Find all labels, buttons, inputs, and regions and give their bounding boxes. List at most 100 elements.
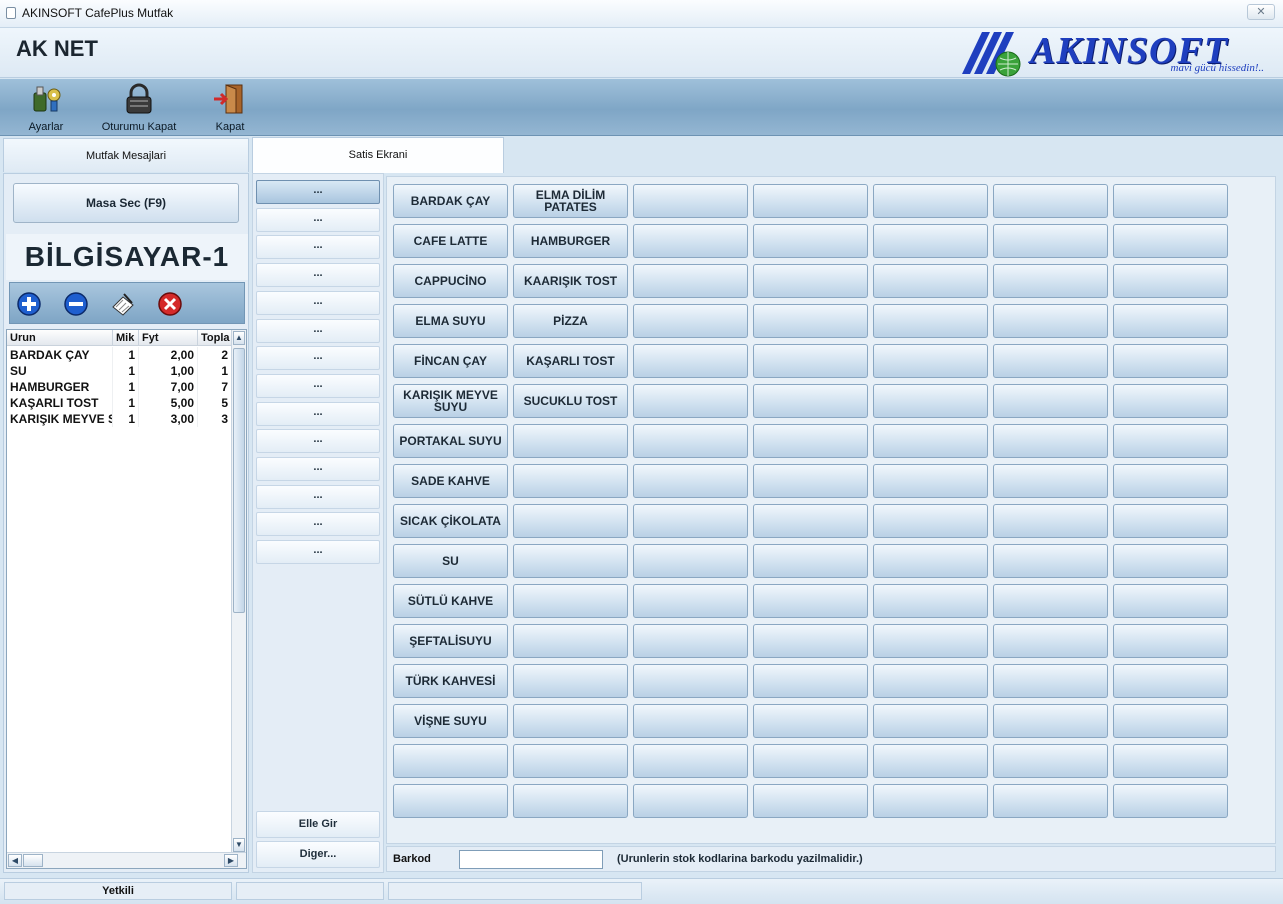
product-button[interactable]	[633, 544, 748, 578]
product-button[interactable]	[753, 304, 868, 338]
product-button[interactable]: SUCUKLU TOST	[513, 384, 628, 418]
category-button[interactable]: ...	[256, 401, 380, 426]
horizontal-scrollbar[interactable]: ◀ ▶	[7, 852, 246, 868]
product-button[interactable]: SÜTLÜ KAHVE	[393, 584, 508, 618]
scroll-up-icon[interactable]: ▲	[233, 331, 245, 345]
edit-note-icon[interactable]	[110, 291, 136, 317]
product-button[interactable]: TÜRK KAHVESİ	[393, 664, 508, 698]
product-button[interactable]	[873, 344, 988, 378]
product-button[interactable]	[993, 504, 1108, 538]
product-button[interactable]	[993, 464, 1108, 498]
other-button[interactable]: Diger...	[256, 841, 380, 868]
product-button[interactable]	[873, 704, 988, 738]
scroll-thumb[interactable]	[233, 348, 245, 613]
product-button[interactable]	[753, 264, 868, 298]
table-row[interactable]: HAMBURGER 1 7,00 7	[7, 379, 232, 395]
product-button[interactable]	[633, 184, 748, 218]
table-row[interactable]: KAŞARLI TOST 1 5,00 5	[7, 395, 232, 411]
product-button[interactable]: CAPPUCİNO	[393, 264, 508, 298]
product-button[interactable]	[993, 624, 1108, 658]
product-button[interactable]: KAARIŞIK TOST	[513, 264, 628, 298]
product-button[interactable]	[633, 224, 748, 258]
product-button[interactable]	[993, 344, 1108, 378]
category-button[interactable]: ...	[256, 318, 380, 343]
product-button[interactable]	[993, 784, 1108, 818]
product-button[interactable]	[993, 264, 1108, 298]
product-button[interactable]	[753, 704, 868, 738]
manual-entry-button[interactable]: Elle Gir	[256, 811, 380, 838]
product-button[interactable]	[1113, 304, 1228, 338]
product-button[interactable]	[873, 424, 988, 458]
product-button[interactable]	[633, 304, 748, 338]
product-button[interactable]	[993, 224, 1108, 258]
product-button[interactable]	[753, 624, 868, 658]
product-button[interactable]	[633, 624, 748, 658]
product-button[interactable]	[1113, 784, 1228, 818]
product-button[interactable]	[753, 344, 868, 378]
settings-button[interactable]: Ayarlar	[20, 83, 72, 133]
product-button[interactable]	[513, 504, 628, 538]
table-row[interactable]: SU 1 1,00 1	[7, 363, 232, 379]
remove-icon[interactable]	[63, 291, 89, 317]
product-button[interactable]	[1113, 504, 1228, 538]
category-button[interactable]: ...	[256, 207, 380, 232]
exit-button[interactable]: Kapat	[208, 83, 252, 133]
barcode-input[interactable]	[459, 850, 603, 869]
product-button[interactable]	[873, 504, 988, 538]
category-button[interactable]: ...	[256, 457, 380, 481]
product-button[interactable]	[873, 544, 988, 578]
product-button[interactable]	[753, 584, 868, 618]
product-button[interactable]	[1113, 584, 1228, 618]
product-button[interactable]	[873, 784, 988, 818]
product-button[interactable]	[513, 664, 628, 698]
category-button[interactable]: ...	[256, 346, 380, 371]
category-button[interactable]: ...	[256, 512, 380, 537]
product-button[interactable]	[513, 744, 628, 778]
product-button[interactable]	[873, 624, 988, 658]
product-button[interactable]	[633, 424, 748, 458]
product-button[interactable]	[873, 384, 988, 418]
column-header-product[interactable]: Urun	[7, 330, 113, 346]
product-button[interactable]	[633, 344, 748, 378]
cancel-icon[interactable]	[157, 291, 183, 317]
tab-kitchen-messages[interactable]: Mutfak Mesajlari	[3, 138, 249, 172]
logout-button[interactable]: Oturumu Kapat	[92, 83, 186, 133]
product-button[interactable]	[1113, 344, 1228, 378]
product-button[interactable]: HAMBURGER	[513, 224, 628, 258]
category-button[interactable]: ...	[256, 540, 380, 565]
category-button[interactable]: ...	[256, 484, 380, 509]
product-button[interactable]	[753, 384, 868, 418]
product-button[interactable]: ELMA SUYU	[393, 304, 508, 338]
product-button[interactable]	[753, 224, 868, 258]
product-button[interactable]	[1113, 424, 1228, 458]
category-button[interactable]: ...	[256, 429, 380, 454]
product-button[interactable]	[1113, 544, 1228, 578]
product-button[interactable]	[513, 704, 628, 738]
product-button[interactable]	[753, 744, 868, 778]
product-button[interactable]	[753, 504, 868, 538]
product-button[interactable]	[873, 744, 988, 778]
product-button[interactable]	[513, 544, 628, 578]
product-button[interactable]	[633, 264, 748, 298]
category-button[interactable]: ...	[256, 373, 380, 398]
column-header-price[interactable]: Fyt	[139, 330, 198, 346]
category-button[interactable]: ...	[256, 263, 380, 288]
category-button[interactable]: ...	[256, 180, 380, 204]
scroll-left-icon[interactable]: ◀	[8, 854, 22, 867]
product-button[interactable]: SADE KAHVE	[393, 464, 508, 498]
product-button[interactable]	[633, 504, 748, 538]
vertical-scrollbar[interactable]: ▲ ▼	[231, 330, 246, 853]
table-row[interactable]: KARIŞIK MEYVE S 1 3,00 3	[7, 411, 232, 427]
product-button[interactable]	[993, 304, 1108, 338]
product-button[interactable]	[873, 304, 988, 338]
select-table-button[interactable]: Masa Sec (F9)	[13, 183, 239, 223]
product-button[interactable]: KARIŞIK MEYVE SUYU	[393, 384, 508, 418]
product-button[interactable]	[1113, 624, 1228, 658]
product-button[interactable]: CAFE LATTE	[393, 224, 508, 258]
product-button[interactable]	[753, 664, 868, 698]
product-button[interactable]	[873, 184, 988, 218]
add-icon[interactable]	[16, 291, 42, 317]
table-row[interactable]: BARDAK ÇAY 1 2,00 2	[7, 347, 232, 363]
product-button[interactable]	[633, 584, 748, 618]
product-button[interactable]	[513, 584, 628, 618]
